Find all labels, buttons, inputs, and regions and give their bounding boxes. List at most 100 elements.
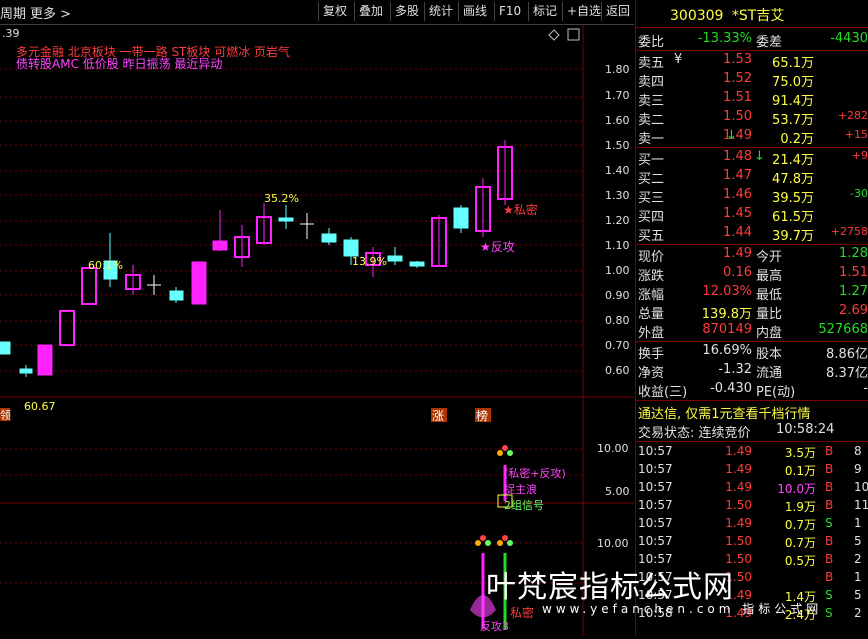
toolbar-button-watchlist[interactable]: +自选 [562,2,605,21]
pct-label: 13.9% [352,255,387,268]
bid-price: 1.48 [723,149,752,164]
finance-value: 8.37亿 [826,366,868,381]
price-tick: 1.00 [605,264,630,277]
bid-volume: 61.5万 [772,210,814,225]
tick-row: 10:57 1.49 3.5万 B 8 [636,444,868,462]
tick-time: 10:57 [638,480,673,494]
tick-direction: S [825,588,833,602]
stock-code: 300309 [670,8,724,24]
kline-chart-area[interactable]: 1.80 1.70 1.60 1.50 1.40 1.30 1.20 1.10 … [0,25,634,636]
bid-label: 买二 [638,172,665,187]
bid-row[interactable]: 买五 1.44 39.7万 +2758 [636,225,868,244]
candle [169,290,184,301]
finance-row: 收益(三) -0.430 PE(动) - [636,381,868,400]
toolbar-button-draw[interactable]: 画线 [458,2,491,21]
quote-value: 1.28 [839,246,868,261]
candle [0,341,11,355]
indicator-tick: 10.00 [597,537,629,550]
bid-label: 买五 [638,229,665,244]
finance-label: 股本 [756,347,783,362]
finance-row: 净资 -1.32 流通 8.37亿 [636,362,868,381]
weibi-label: 委比 [638,35,665,50]
bid-row[interactable]: 买一 ↓ 1.48 21.4万 +9 [636,149,868,168]
toolbar-button-f10[interactable]: F10 [494,2,525,21]
trade-status: 交易状态: 连续竞价 10:58:24 [636,422,868,441]
window-icon[interactable] [567,28,580,41]
marker-left: 领 [0,409,11,422]
quote-label: 最低 [756,288,783,303]
tick-count: 10 [854,480,868,494]
bid-label: 买一 [638,153,665,168]
kline-svg: 1.80 1.70 1.60 1.50 1.40 1.30 1.20 1.10 … [0,25,634,636]
quote-label: 总量 [638,307,665,322]
quote-row: 现价 1.49 今开 1.28 [636,246,868,265]
toolbar-button-overlay[interactable]: 叠加 [354,2,387,21]
more-button[interactable]: 更多 > [30,3,71,22]
signal-ball [502,445,508,451]
price-tick: 0.90 [605,289,630,302]
ask-volume: 53.7万 [772,113,814,128]
tick-price: 1.49 [725,462,752,476]
candle [278,217,294,222]
candle [81,267,97,305]
stock-name: *ST吉艾 [731,8,785,24]
quote-label: 量比 [756,307,783,322]
bid-row[interactable]: 买四 1.45 61.5万 [636,206,868,225]
signal-ball [507,450,513,456]
ask-volume: 0.2万 [780,132,814,147]
period-button[interactable]: 周期 [0,3,26,22]
ask-row[interactable]: 卖五 ¥ 1.53 65.1万 [636,52,868,71]
tick-volume: 0.7万 [784,518,816,532]
sector-tags-line2: 债转股AMC 低价股 昨日振荡 最近异动 [16,56,222,71]
bid-change: +2758 [830,225,868,238]
price-tick: 1.30 [605,189,630,202]
ask-row[interactable]: 卖四 1.52 75.0万 [636,71,868,90]
indicator-tick: 10.00 [597,442,629,455]
tick-price: 1.49 [725,444,752,458]
candle [343,239,359,257]
ask-row[interactable]: 卖二 1.50 53.7万 +282 [636,109,868,128]
tick-row: 10:57 1.49 0.1万 B 9 [636,462,868,480]
ask-price: 1.53 [723,52,752,67]
stock-header: 300309 *ST吉艾 [670,5,784,25]
tick-volume: 0.7万 [784,536,816,550]
ask-label: 卖四 [638,75,665,90]
tick-count: 5 [854,588,862,602]
tick-direction: B [825,498,834,512]
tick-count: 2 [854,606,862,620]
bid-row[interactable]: 买二 1.47 47.8万 [636,168,868,187]
tick-row: 10:57 1.50 0.7万 B 5 [636,534,868,552]
price-tick: 1.40 [605,164,630,177]
watermark-url: www.yefanchen.com 指标公式网 [542,602,823,616]
tick-volume: 10.0万 [777,482,816,496]
candle [37,344,53,376]
finance-value: 16.69% [702,343,752,358]
promo-banner[interactable]: 通达信, 仅需1元查看千档行情 [636,403,868,422]
toolbar-button-back[interactable]: 返回 [601,2,634,21]
ask-row[interactable]: 卖三 1.51 91.4万 [636,90,868,109]
tick-count: 1 [854,570,862,584]
tick-count: 8 [854,444,862,458]
tick-direction: B [825,462,834,476]
quote-value: 870149 [702,322,752,337]
ask-label: 卖三 [638,94,665,109]
toolbar-button-multi[interactable]: 多股 [390,2,423,21]
indicator-tick: 5.00 [605,485,630,498]
bid-row[interactable]: 买三 1.46 39.5万 -30 [636,187,868,206]
ask-row[interactable]: 卖一 ↓ 1.49 0.2万 +15 [636,128,868,147]
bid-label: 买三 [638,191,665,206]
ask-label: 卖一 [638,132,665,147]
diamond-icon[interactable] [548,29,560,41]
tick-time: 10:57 [638,462,673,476]
tick-price: 1.50 [725,534,752,548]
tick-time: 10:57 [638,498,673,512]
candle [59,310,75,346]
toolbar-button-stats[interactable]: 统计 [424,2,457,21]
quote-value: 1.51 [839,265,868,280]
tick-count: 11 [854,498,868,512]
toolbar-button-fuquan[interactable]: 复权 [318,2,351,21]
quote-value: 139.8万 [701,307,752,322]
toolbar-button-mark[interactable]: 标记 [528,2,561,21]
tick-time: 10:57 [638,534,673,548]
tick-price: 1.49 [725,480,752,494]
